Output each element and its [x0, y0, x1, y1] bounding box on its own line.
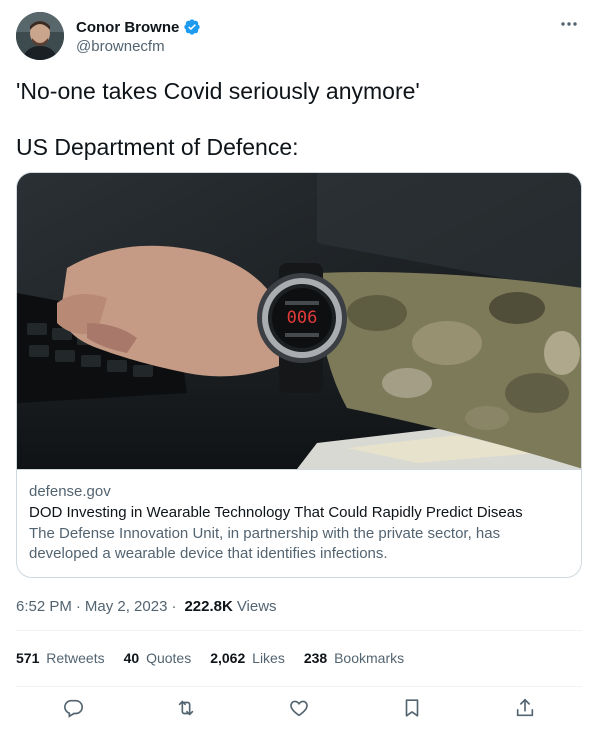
stat-count: 571 [16, 650, 40, 666]
watch-display-text: 006 [287, 308, 318, 328]
stat-quotes[interactable]: 40 Quotes [124, 650, 192, 666]
action-bar [16, 694, 582, 722]
verified-badge-icon [183, 18, 201, 36]
tweet-date[interactable]: May 2, 2023 [85, 598, 168, 615]
stat-count: 2,062 [210, 650, 246, 666]
card-domain: defense.gov [29, 483, 111, 500]
like-icon[interactable] [287, 696, 311, 720]
divider [16, 686, 582, 687]
tweet-meta: 6:52 PM · May 2, 2023 · 222.8K Views [16, 596, 277, 616]
stat-label: Likes [252, 650, 285, 666]
retweet-icon[interactable] [174, 696, 198, 720]
stat-retweets[interactable]: 571 Retweets [16, 650, 105, 666]
tweet-text-line-2: US Department of Defence: [16, 134, 299, 160]
tweet-time[interactable]: 6:52 PM [16, 598, 72, 615]
bookmark-icon[interactable] [400, 696, 424, 720]
author-handle[interactable]: @brownecfm [76, 38, 201, 55]
stat-label: Bookmarks [334, 650, 405, 666]
stat-likes[interactable]: 2,062 Likes [210, 650, 285, 666]
reply-icon[interactable] [61, 696, 85, 720]
card-description: The Defense Innovation Unit, in partners… [29, 525, 501, 562]
tweet-stats: 571 Retweets 40 Quotes 2,062 Likes 238 B… [16, 649, 423, 667]
meta-separator-2: · [171, 597, 177, 615]
views-label: Views [236, 597, 277, 615]
stat-count: 40 [123, 650, 140, 666]
tweet-header: Conor Browne @brownecfm [16, 12, 582, 62]
meta-separator: · [75, 597, 81, 615]
divider [16, 630, 582, 631]
link-card[interactable]: 006 defense.gov DOD Investing in Wearabl… [16, 172, 582, 578]
share-icon[interactable] [513, 696, 537, 720]
card-image[interactable]: 006 [17, 173, 581, 469]
avatar[interactable] [16, 12, 64, 60]
tweet-text-line-1: 'No-one takes Covid seriously anymore' [16, 78, 420, 104]
card-title[interactable]: DOD Investing in Wearable Technology Tha… [29, 503, 571, 523]
stat-label: Quotes [146, 650, 192, 666]
stat-count: 238 [303, 650, 328, 666]
stat-label: Retweets [46, 650, 105, 666]
stat-bookmarks[interactable]: 238 Bookmarks [304, 650, 404, 666]
views-count: 222.8K [184, 597, 233, 615]
more-options-icon[interactable] [556, 14, 582, 34]
author-name[interactable]: Conor Browne [76, 19, 179, 36]
